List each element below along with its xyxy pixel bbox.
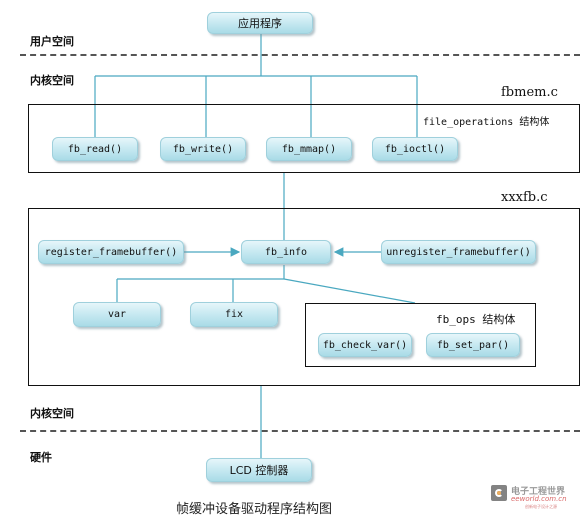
- watermark-logo: 电子工程世界 eeworld.com.cn 创新电子设计之源: [491, 484, 583, 514]
- watermark-c-icon: [491, 485, 507, 501]
- watermark-domain: eeworld.com.cn: [511, 495, 567, 503]
- diagram-caption: 帧缓冲设备驱动程序结构图: [176, 502, 333, 517]
- watermark-tagline: 创新电子设计之源: [525, 504, 557, 509]
- divider-kernel-hardware: [20, 430, 580, 432]
- node-fb-ioctl: fb_ioctl(): [372, 137, 458, 161]
- node-lcd-controller: LCD 控制器: [206, 458, 312, 482]
- node-var: var: [73, 302, 161, 327]
- node-fb-info: fb_info: [241, 240, 331, 264]
- label-kernel-space-top: 内核空间: [30, 74, 74, 87]
- label-hardware: 硬件: [30, 451, 52, 464]
- label-kernel-space-bottom: 内核空间: [30, 407, 74, 420]
- label-user-space: 用户空间: [30, 35, 74, 48]
- node-fb-set-par: fb_set_par(): [426, 333, 520, 357]
- struct-label-file-operations: file_operations 结构体: [423, 117, 550, 128]
- node-app: 应用程序: [207, 12, 313, 34]
- node-fb-check-var: fb_check_var(): [318, 333, 412, 357]
- node-fb-mmap: fb_mmap(): [266, 137, 352, 161]
- divider-user-kernel: [20, 54, 580, 56]
- node-fb-read: fb_read(): [52, 137, 138, 161]
- file-label-fbmem: fbmem.c: [501, 85, 558, 100]
- file-label-xxxfb: xxxfb.c: [501, 190, 548, 205]
- node-register-framebuffer: register_framebuffer(): [38, 240, 184, 264]
- node-unregister-framebuffer: unregister_framebuffer(): [381, 240, 536, 264]
- node-fb-write: fb_write(): [160, 137, 246, 161]
- node-fix: fix: [190, 302, 278, 327]
- struct-label-fb-ops: fb_ops 结构体: [436, 313, 516, 326]
